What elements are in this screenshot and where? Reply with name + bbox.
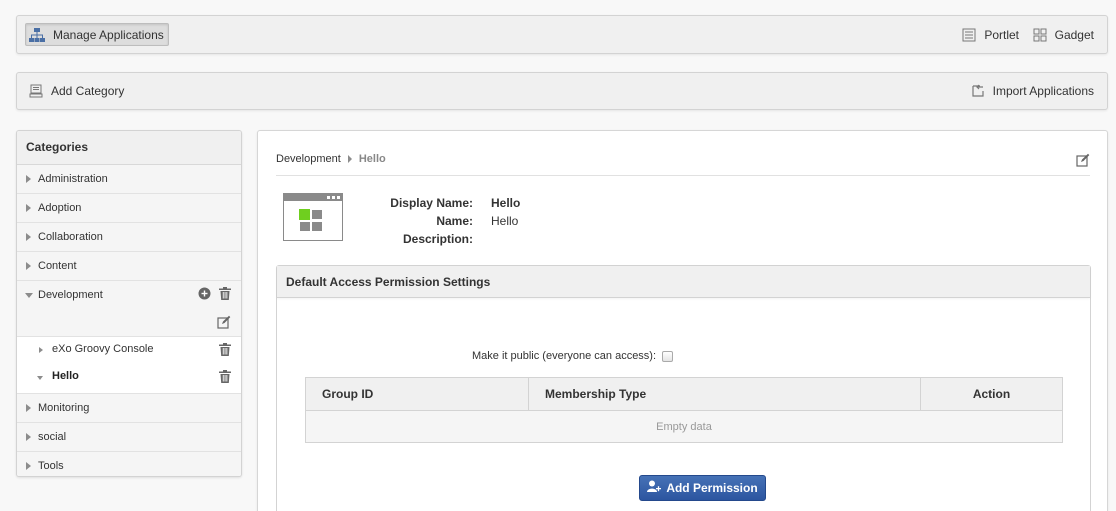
category-label: social: [38, 431, 67, 443]
make-public-row: Make it public (everyone can access):: [472, 350, 674, 362]
category-label: Content: [38, 260, 77, 272]
display-name-label: Display Name:: [390, 196, 473, 210]
category-label: Monitoring: [38, 402, 90, 414]
caret-down-icon: [37, 376, 43, 380]
description-label: Description:: [402, 232, 473, 246]
add-user-icon: [647, 480, 662, 496]
application-toolbar: Manage Applications Portlet Gadget: [16, 15, 1108, 54]
name-value: Hello: [491, 214, 519, 228]
access-permission-box: Default Access Permission Settings Make …: [276, 265, 1091, 511]
manage-applications-label: Manage Applications: [53, 27, 164, 42]
caret-right-icon: [26, 233, 31, 241]
table-row: Empty data: [305, 410, 1063, 443]
application-info: Display Name: Hello Name: Hello Descript…: [378, 194, 520, 248]
categories-title: Categories: [17, 131, 241, 165]
caret-right-icon: [26, 433, 31, 441]
gadget-icon: [1033, 28, 1047, 42]
application-detail-panel: Development Hello Display Name: Hello Na…: [257, 130, 1108, 511]
category-adoption[interactable]: Adoption: [17, 194, 241, 223]
application-icon: [283, 193, 343, 244]
caret-right-icon: [26, 262, 31, 270]
delete-application-icon[interactable]: [219, 343, 231, 359]
category-monitoring[interactable]: Monitoring: [17, 394, 241, 423]
caret-right-icon: [347, 155, 352, 163]
category-social[interactable]: social: [17, 423, 241, 452]
category-edit-row: [17, 310, 241, 337]
access-permission-title: Default Access Permission Settings: [277, 266, 1090, 298]
category-tools[interactable]: Tools: [17, 452, 241, 476]
empty-data-text: Empty data: [305, 410, 1063, 443]
category-development[interactable]: Development: [17, 281, 241, 310]
caret-right-icon: [26, 404, 31, 412]
portlet-label: Portlet: [984, 28, 1019, 42]
category-administration[interactable]: Administration: [17, 165, 241, 194]
manage-applications-button[interactable]: Manage Applications: [25, 23, 169, 46]
category-label: Development: [38, 289, 103, 301]
edit-category-icon[interactable]: [217, 315, 231, 332]
import-applications-button[interactable]: Import Applications: [971, 80, 1094, 102]
import-applications-label: Import Applications: [992, 84, 1094, 98]
development-applications: eXo Groovy Console Hello: [17, 337, 241, 394]
delete-category-icon[interactable]: [219, 287, 231, 303]
gadget-label: Gadget: [1054, 28, 1094, 42]
portlet-button[interactable]: Portlet: [962, 24, 1019, 46]
caret-right-icon: [26, 462, 31, 470]
caret-down-icon: [25, 293, 33, 298]
application-label: eXo Groovy Console: [52, 343, 154, 355]
sitemap-icon: [29, 27, 45, 43]
application-groovy-console[interactable]: eXo Groovy Console: [17, 337, 241, 364]
table-header-row: Group ID Membership Type Action: [305, 377, 1063, 411]
display-name-value: Hello: [491, 196, 521, 210]
make-public-label: Make it public (everyone can access):: [472, 350, 657, 362]
name-label: Name:: [436, 214, 473, 228]
add-application-icon[interactable]: [198, 287, 211, 303]
category-label: Adoption: [38, 202, 82, 214]
application-label: Hello: [52, 370, 79, 382]
breadcrumb-current: Hello: [358, 153, 386, 165]
application-hello[interactable]: Hello: [17, 364, 241, 391]
category-content[interactable]: Content: [17, 252, 241, 281]
gadget-button[interactable]: Gadget: [1033, 24, 1094, 46]
delete-application-icon[interactable]: [219, 370, 231, 386]
permission-table: Group ID Membership Type Action Empty da…: [305, 377, 1063, 443]
edit-application-icon[interactable]: [1076, 153, 1090, 170]
column-action: Action: [920, 377, 1063, 411]
add-category-button[interactable]: Add Category: [29, 80, 124, 102]
breadcrumb-parent[interactable]: Development: [276, 153, 341, 165]
category-collaboration[interactable]: Collaboration: [17, 223, 241, 252]
category-label: Tools: [38, 460, 64, 472]
import-icon: [971, 84, 985, 98]
category-label: Collaboration: [38, 231, 103, 243]
add-permission-label: Add Permission: [666, 481, 758, 495]
caret-right-icon: [26, 175, 31, 183]
caret-right-icon: [39, 347, 43, 353]
column-group-id: Group ID: [305, 377, 529, 411]
add-category-icon: [29, 84, 43, 98]
category-action-bar: Add Category Import Applications: [16, 72, 1108, 110]
breadcrumb: Development Hello: [276, 153, 386, 165]
add-permission-button[interactable]: Add Permission: [639, 475, 766, 501]
divider: [276, 175, 1090, 176]
make-public-checkbox[interactable]: [662, 350, 674, 362]
caret-right-icon: [26, 204, 31, 212]
category-label: Administration: [38, 173, 108, 185]
categories-panel: Categories Administration Adoption Colla…: [16, 130, 242, 477]
portlet-icon: [962, 28, 976, 42]
add-category-label: Add Category: [51, 84, 125, 98]
column-membership-type: Membership Type: [528, 377, 921, 411]
